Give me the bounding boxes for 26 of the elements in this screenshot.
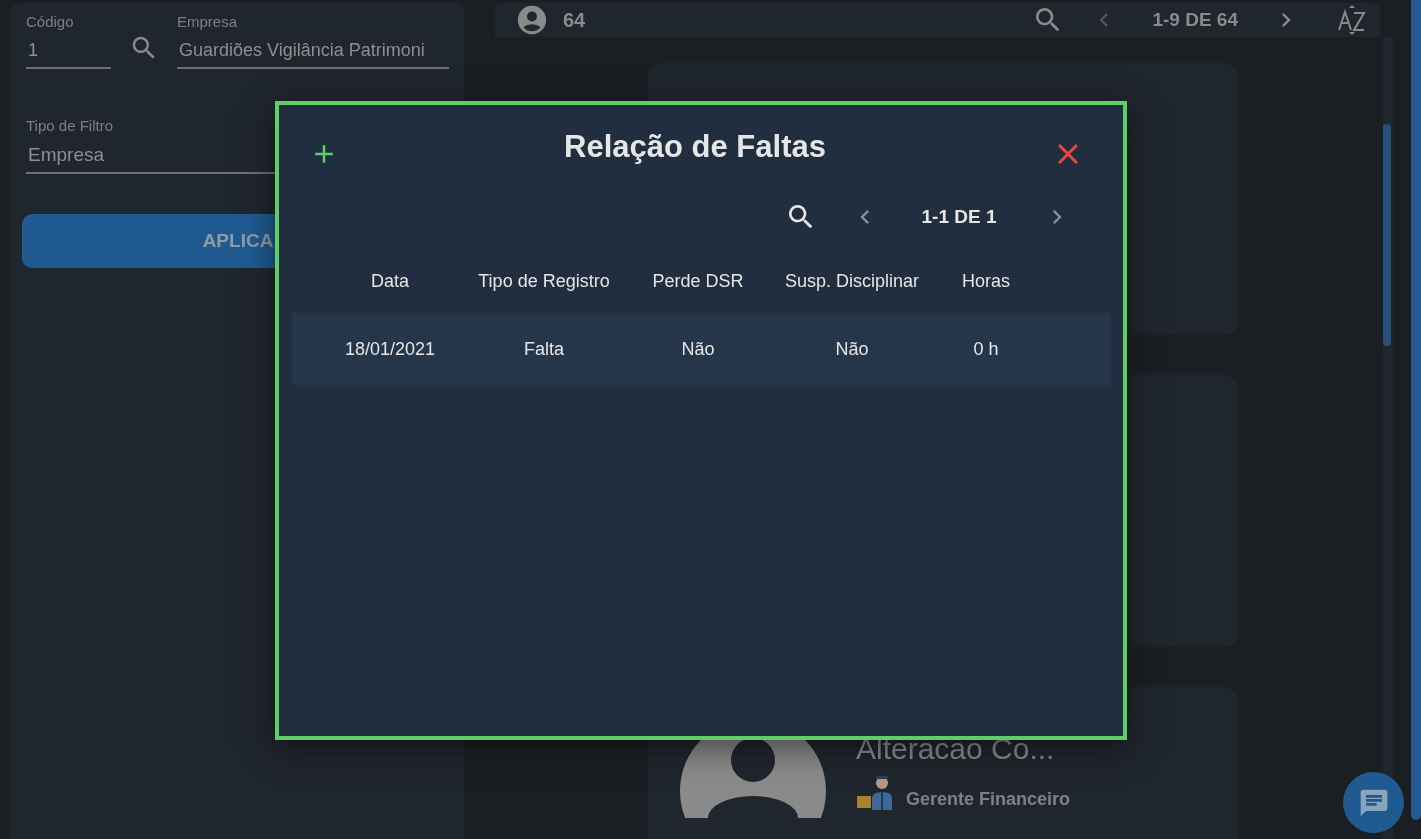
pagination-label: 1-1 DE 1 (920, 206, 998, 228)
employee-name: Alteracao Co... (856, 732, 1056, 766)
table-cell: Não (681, 338, 715, 360)
table-cell: Falta (524, 338, 564, 360)
job-title: Gerente Financeiro (906, 789, 1071, 810)
sort-icon[interactable] (1336, 4, 1368, 36)
scrollbar-thumb[interactable] (1411, 0, 1421, 820)
code-input[interactable]: 1 (26, 30, 111, 69)
table-cell: 18/01/2021 (344, 338, 436, 360)
table-row[interactable]: 18/01/2021 Falta Não Não 0 h (292, 313, 1111, 385)
field-label: Tipo de Filtro (26, 117, 114, 134)
column-header: Perde DSR (652, 270, 744, 292)
table-cell: Não (835, 338, 869, 360)
record-count: 64 (563, 8, 586, 32)
field-label: Código (26, 13, 75, 30)
column-header: Susp. Disciplinar (784, 270, 920, 292)
user-icon (515, 3, 549, 37)
pagination-label: 1-9 DE 64 (1152, 9, 1238, 31)
column-header: Tipo de Registro (478, 270, 610, 292)
company-input[interactable]: Guardiões Vigilância Patrimoni (177, 30, 449, 69)
table-cell: 0 h (973, 338, 999, 360)
field-label: Empresa (177, 13, 239, 30)
column-header: Data (371, 270, 409, 292)
dialog-title: Relação de Faltas (564, 129, 826, 165)
column-header: Horas (962, 270, 1010, 292)
scrollbar-thumb[interactable] (1383, 124, 1391, 346)
